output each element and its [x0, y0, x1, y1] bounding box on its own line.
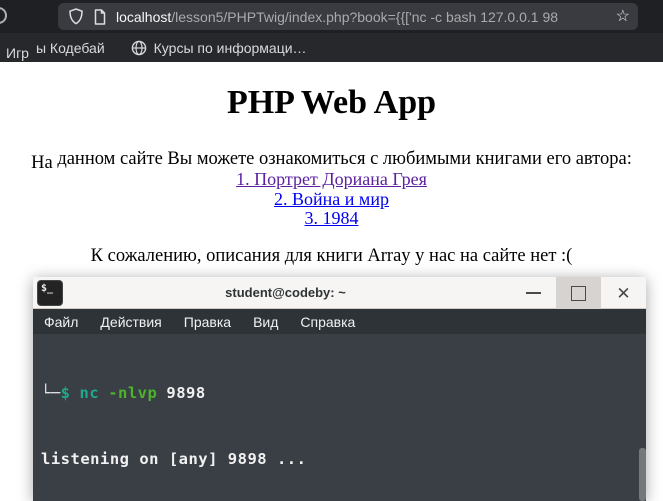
command-name: nc [79, 383, 100, 402]
url-fade-overlay [578, 6, 612, 27]
command-port: 9898 [166, 383, 206, 402]
terminal-scrollbar-thumb[interactable] [639, 448, 646, 501]
minimize-icon [526, 292, 541, 294]
browser-toolbar: localhost/lesson5/PHPTwig/index.php?book… [0, 0, 663, 33]
url-text: localhost/lesson5/PHPTwig/index.php?book… [116, 9, 608, 25]
intro-first-word: На [31, 153, 53, 173]
book-link-1[interactable]: 1. Портрет Дориана Грея [0, 169, 663, 190]
maximize-icon [571, 285, 586, 301]
url-host: localhost [116, 8, 172, 25]
book-notfound-message: К сожалению, описания для книги Array у … [90, 245, 573, 266]
menu-actions[interactable]: Действия [100, 314, 161, 330]
window-controls: ✕ [511, 277, 646, 309]
bookmark-item-codeby[interactable]: Игр ы Кодебай [6, 39, 105, 61]
menu-edit[interactable]: Правка [184, 314, 231, 330]
book-link-3[interactable]: 3. 1984 [0, 208, 663, 229]
bookmark-label-prefix: Игр [6, 44, 29, 61]
terminal-command-line: └─$ nc -nlvp 9898 [41, 382, 646, 404]
terminal-menubar: Файл Действия Правка Вид Справка [33, 309, 646, 334]
address-bar[interactable]: localhost/lesson5/PHPTwig/index.php?book… [58, 3, 638, 30]
bookmarks-bar: Игр ы Кодебай Курсы по информаци… [0, 33, 663, 62]
page-title: PHP Web App [226, 84, 437, 121]
command-args: -nlvp [108, 383, 158, 402]
terminal-output-area[interactable]: └─$ nc -nlvp 9898 listening on [any] 9898 .… [33, 334, 646, 501]
bookmark-item-courses[interactable]: Курсы по информаци… [131, 40, 307, 56]
close-icon: ✕ [616, 283, 631, 303]
page-icon [94, 8, 106, 25]
book-link-2[interactable]: 2. Война и мир [0, 189, 663, 210]
shield-icon [69, 8, 83, 25]
menu-file[interactable]: Файл [44, 314, 78, 330]
globe-icon [131, 40, 146, 55]
terminal-line: listening on [any] 9898 ... [41, 450, 307, 469]
prompt-tree: └─ [41, 383, 61, 402]
prompt-symbol: $ [60, 383, 71, 402]
menu-help[interactable]: Справка [300, 314, 355, 330]
menu-view[interactable]: Вид [253, 314, 278, 330]
screen: localhost/lesson5/PHPTwig/index.php?book… [0, 0, 663, 501]
terminal-titlebar[interactable]: $_ student@codeby: ~ ✕ [33, 277, 646, 309]
bookmark-label: Курсы по информаци… [153, 39, 307, 56]
book-link-list: 1. Портрет Дориана Грея 2. Война и мир 3… [0, 169, 663, 229]
clipped-toolbar-icon [0, 7, 7, 24]
terminal-window: $_ student@codeby: ~ ✕ Файл Действия Пра… [33, 277, 646, 501]
bookmark-star-icon[interactable]: ☆ [616, 8, 630, 25]
url-path: /lesson5/PHPTwig/index.php?book={{['nc -… [171, 8, 559, 25]
bookmark-label-suffix: ы Кодебай [35, 39, 105, 56]
terminal-window-title: student@codeby: ~ [225, 285, 346, 300]
intro-text: На данном сайте Вы можете ознакомиться с… [0, 149, 663, 173]
intro-rest: данном сайте Вы можете ознакомиться с лю… [52, 149, 632, 169]
close-button[interactable]: ✕ [601, 277, 646, 309]
maximize-button[interactable] [556, 277, 601, 309]
minimize-button[interactable] [511, 277, 556, 309]
